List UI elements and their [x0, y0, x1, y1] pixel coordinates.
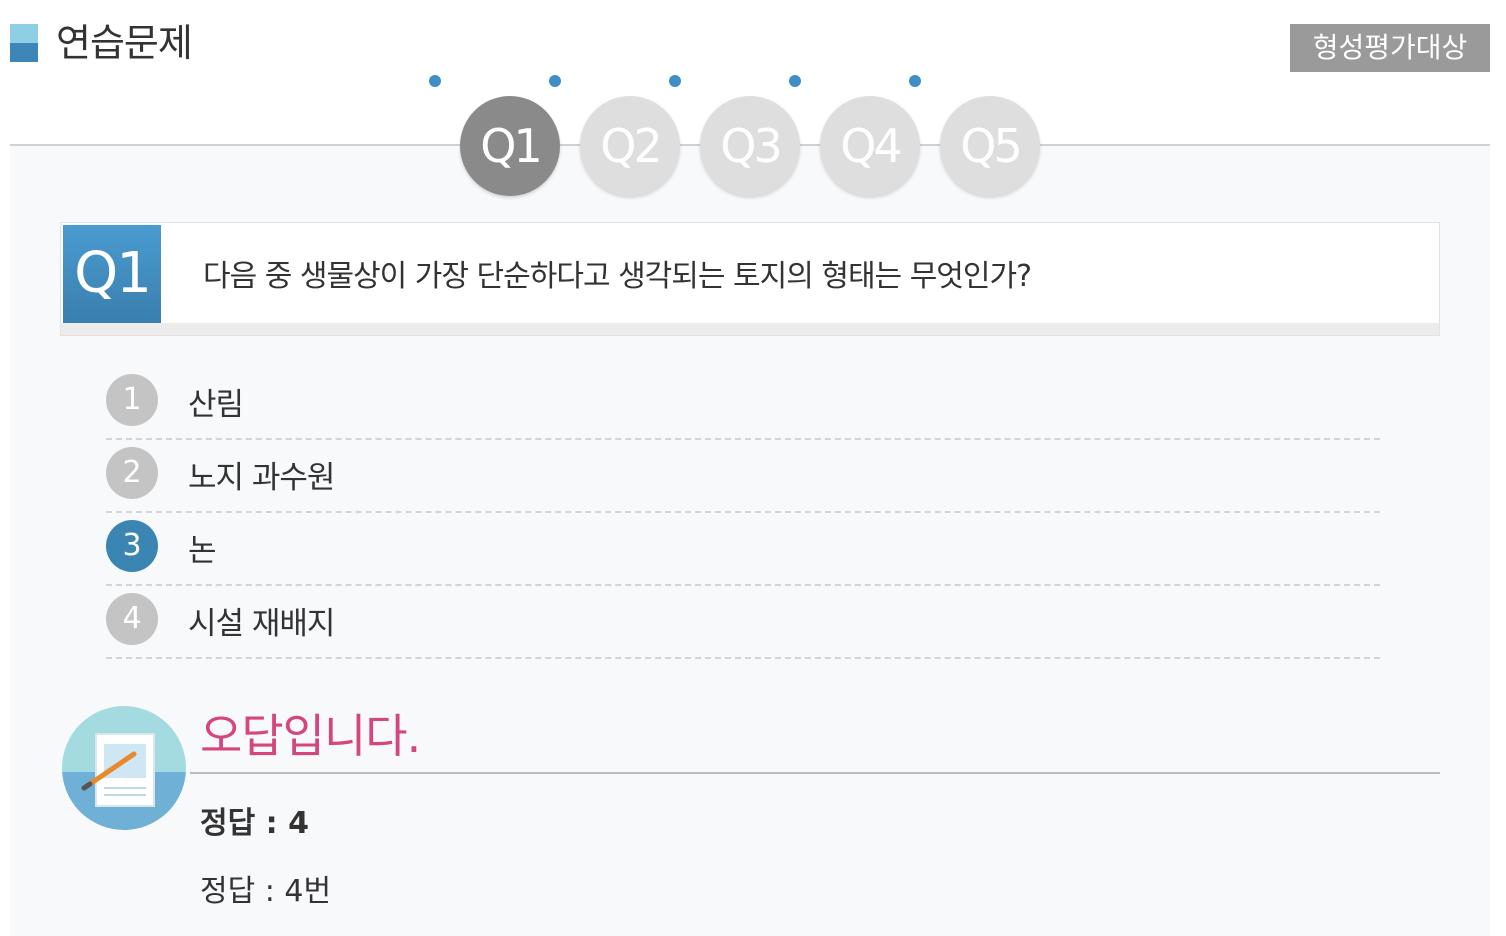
- tab-q5[interactable]: Q5: [940, 96, 1040, 196]
- option-2[interactable]: 2 노지 과수원: [106, 439, 1380, 513]
- result-status: 오답입니다.: [200, 709, 421, 763]
- tab-dot-q1: [429, 75, 441, 87]
- option-label: 산림: [188, 387, 244, 423]
- title-marker-icon: [10, 24, 38, 62]
- option-number: 2: [106, 447, 158, 499]
- option-3[interactable]: 3 논: [106, 512, 1380, 586]
- tab-q2[interactable]: Q2: [580, 96, 680, 196]
- option-label: 논: [188, 533, 217, 569]
- option-number-selected: 3: [106, 520, 158, 572]
- option-4[interactable]: 4 시설 재배지: [106, 585, 1380, 659]
- tab-dot-q5: [909, 75, 921, 87]
- option-number: 4: [106, 593, 158, 645]
- tab-q4[interactable]: Q4: [820, 96, 920, 196]
- option-1[interactable]: 1 산림: [106, 366, 1380, 440]
- tab-q3[interactable]: Q3: [700, 96, 800, 196]
- question-box: Q1 다음 중 생물상이 가장 단순하다고 생각되는 토지의 형태는 무엇인가?: [60, 222, 1440, 336]
- tab-dot-q2: [549, 75, 561, 87]
- evaluation-badge: 형성평가대상: [1290, 24, 1490, 72]
- correct-answer: 정답 : 4: [200, 806, 309, 841]
- page-title: 연습문제: [56, 21, 193, 65]
- option-label: 시설 재배지: [188, 606, 335, 642]
- result-divider: [190, 772, 1440, 774]
- tab-q1[interactable]: Q1: [460, 96, 560, 196]
- answer-explanation: 정답 : 4번: [200, 874, 332, 909]
- tab-dot-q4: [789, 75, 801, 87]
- tab-dot-q3: [669, 75, 681, 87]
- question-number: Q1: [63, 225, 161, 323]
- memo-pencil-icon: [62, 706, 186, 830]
- option-label: 노지 과수원: [188, 460, 335, 496]
- option-number: 1: [106, 374, 158, 426]
- question-text: 다음 중 생물상이 가장 단순하다고 생각되는 토지의 형태는 무엇인가?: [203, 259, 1032, 294]
